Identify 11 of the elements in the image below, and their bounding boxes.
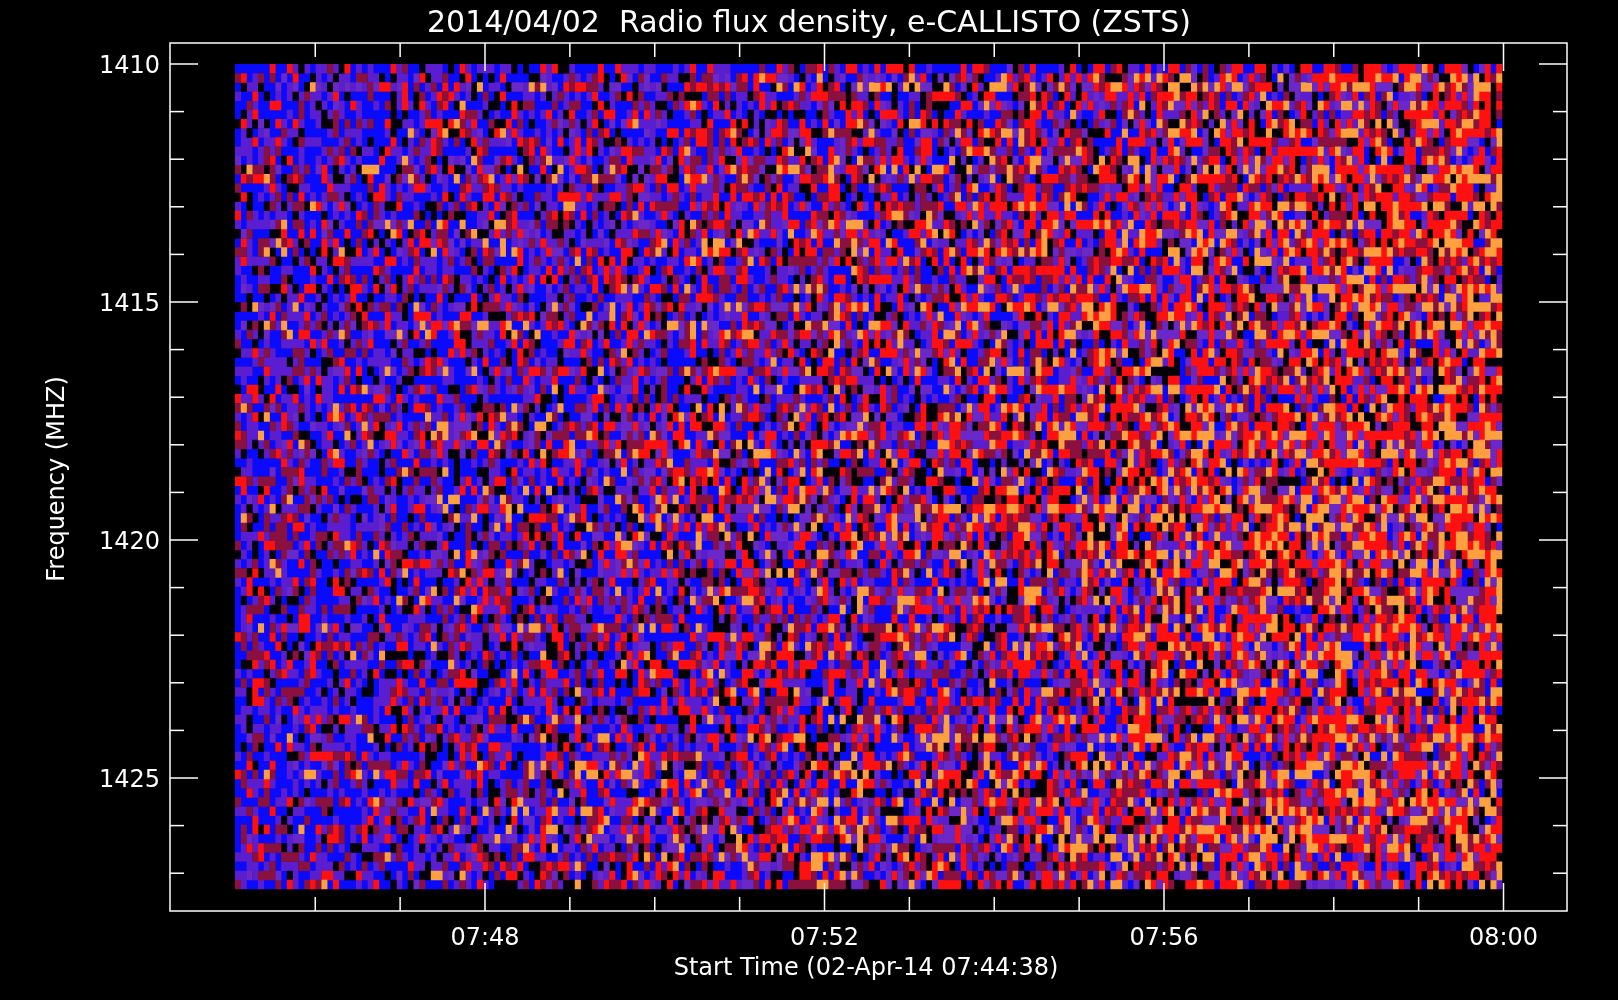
y-tick-label: 1425 xyxy=(98,765,160,793)
y-axis-label: Frequency (MHZ) xyxy=(42,376,70,582)
y-tick-label: 1420 xyxy=(98,527,160,555)
x-tick-label: 07:52 xyxy=(789,923,860,951)
chart-title: 2014/04/02 Radio flux density, e-CALLISTO (ZSTS) xyxy=(427,4,1191,39)
x-axis-label: Start Time (02-Apr-14 07:44:38) xyxy=(673,953,1059,981)
x-tick-label: 08:00 xyxy=(1468,923,1539,951)
y-tick-label: 1415 xyxy=(98,289,160,317)
x-tick-label: 07:56 xyxy=(1129,923,1199,951)
y-tick-label: 1410 xyxy=(98,51,160,79)
x-tick-label: 07:48 xyxy=(450,923,520,951)
